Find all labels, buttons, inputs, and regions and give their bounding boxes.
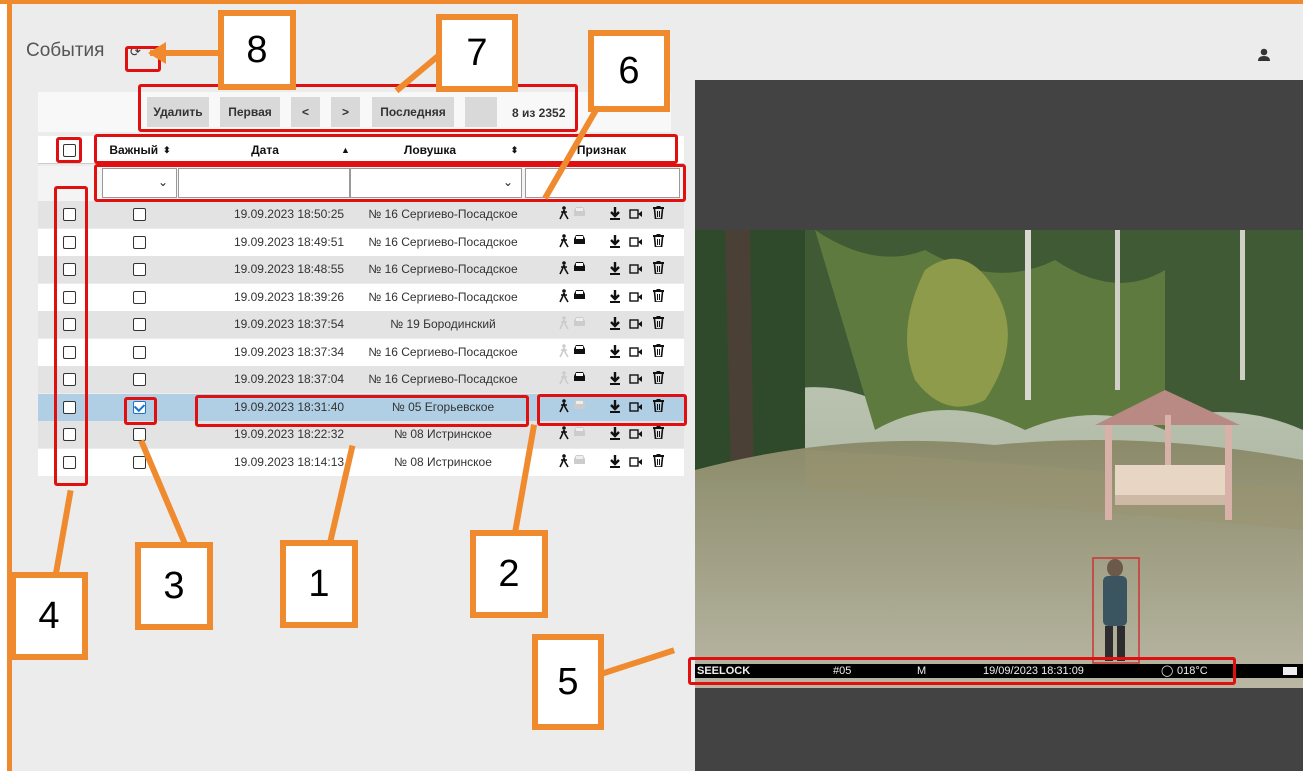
important-checkbox[interactable]: [133, 373, 146, 386]
trash-icon[interactable]: [653, 453, 664, 470]
trash-icon[interactable]: [653, 206, 664, 222]
row-trap: № 16 Сергиево-Посадское: [368, 262, 518, 276]
video-icon[interactable]: [629, 428, 643, 442]
video-icon[interactable]: [629, 236, 643, 250]
person-icon: [558, 261, 570, 278]
table-row[interactable]: 19.09.2023 18:37:54 № 19 Бородинский: [38, 311, 684, 338]
callout-7: 7: [436, 14, 518, 92]
video-icon[interactable]: [629, 318, 643, 332]
car-icon: [572, 316, 587, 331]
highlight-row-actions: [537, 394, 687, 426]
trash-icon[interactable]: [653, 426, 664, 442]
table-row[interactable]: 19.09.2023 18:48:55 № 16 Сергиево-Посадск…: [38, 256, 684, 283]
video-icon[interactable]: [629, 208, 643, 222]
highlight-important: [124, 397, 157, 425]
person-icon: [558, 426, 570, 443]
row-date: 19.09.2023 18:37:54: [233, 317, 345, 331]
row-date: 19.09.2023 18:49:51: [233, 234, 345, 249]
important-checkbox[interactable]: [133, 345, 146, 359]
video-icon[interactable]: [629, 291, 643, 305]
row-date: 19.09.2023 18:39:26: [233, 289, 345, 304]
person-icon: [558, 453, 570, 471]
table-row[interactable]: 19.09.2023 18:49:51 № 16 Сергиево-Посадск…: [38, 228, 684, 256]
important-checkbox[interactable]: [133, 290, 146, 304]
row-trap: № 16 Сергиево-Посадское: [368, 372, 518, 386]
trash-icon[interactable]: [653, 261, 664, 277]
download-icon[interactable]: [609, 261, 621, 278]
highlight-filters: [94, 164, 686, 202]
video-icon[interactable]: [629, 346, 643, 360]
highlight-row-checkboxes: [54, 186, 88, 486]
trash-icon[interactable]: [653, 371, 664, 387]
video-icon[interactable]: [629, 373, 643, 387]
person-icon: [558, 316, 570, 333]
callout-8: 8: [218, 10, 296, 90]
row-date: 19.09.2023 18:14:13: [233, 454, 345, 469]
row-trap: № 16 Сергиево-Посадское: [368, 207, 518, 221]
trash-icon[interactable]: [653, 288, 664, 305]
video-icon[interactable]: [629, 263, 643, 277]
arrow-8-head: [148, 42, 166, 64]
download-icon[interactable]: [609, 234, 621, 251]
highlight-photo-info: [688, 657, 1236, 685]
highlight-header: [94, 134, 678, 164]
callout-5: 5: [532, 634, 604, 730]
person-icon: [558, 206, 570, 223]
car-icon: [572, 206, 587, 221]
callout-1: 1: [280, 540, 358, 628]
trash-icon[interactable]: [653, 233, 664, 250]
table-row[interactable]: 19.09.2023 18:37:34 № 16 Сергиево-Посадск…: [38, 338, 684, 366]
car-icon: [572, 289, 587, 304]
row-trap: № 16 Сергиево-Посадское: [368, 344, 518, 359]
camera-photo: [695, 230, 1303, 688]
car-icon: [572, 261, 587, 276]
download-icon[interactable]: [609, 316, 621, 333]
download-icon[interactable]: [609, 206, 621, 223]
person-icon: [558, 343, 570, 361]
video-icon[interactable]: [629, 456, 643, 470]
important-checkbox[interactable]: [133, 235, 146, 249]
highlight-select-all: [56, 137, 82, 163]
row-trap: № 08 Истринское: [394, 454, 492, 469]
download-icon[interactable]: [609, 454, 621, 471]
person-icon: [558, 288, 570, 306]
table-row[interactable]: 19.09.2023 18:39:26 № 16 Сергиево-Посадск…: [38, 283, 684, 311]
row-trap: № 16 Сергиево-Посадское: [368, 289, 518, 304]
car-icon: [572, 371, 587, 386]
car-icon: [572, 344, 587, 359]
row-date: 19.09.2023 18:37:04: [233, 372, 345, 386]
row-trap: № 16 Сергиево-Посадское: [368, 234, 518, 249]
important-checkbox[interactable]: [133, 263, 146, 276]
car-icon: [572, 454, 587, 469]
highlight-row-data: [195, 395, 529, 427]
download-icon[interactable]: [609, 371, 621, 388]
table-row[interactable]: 19.09.2023 18:50:25 № 16 Сергиево-Посадск…: [38, 201, 684, 228]
table-row[interactable]: 19.09.2023 18:14:13 № 08 Истринское: [38, 448, 684, 476]
page-title: События: [26, 40, 105, 61]
callout-2: 2: [470, 530, 548, 618]
table-row[interactable]: 19.09.2023 18:37:04 № 16 Сергиево-Посадск…: [38, 366, 684, 393]
trash-icon[interactable]: [653, 343, 664, 360]
callout-4: 4: [10, 572, 88, 660]
row-date: 19.09.2023 18:37:34: [233, 344, 345, 359]
download-icon[interactable]: [609, 426, 621, 443]
download-icon[interactable]: [609, 344, 621, 361]
user-icon[interactable]: [1257, 48, 1271, 62]
callout-3: 3: [135, 542, 213, 630]
row-trap: № 19 Бородинский: [390, 317, 496, 331]
important-checkbox[interactable]: [133, 318, 146, 331]
important-checkbox[interactable]: [133, 208, 146, 221]
person-icon: [558, 233, 570, 251]
row-date: 19.09.2023 18:50:25: [233, 207, 345, 221]
battery-icon: [1283, 667, 1297, 675]
trash-icon[interactable]: [653, 316, 664, 332]
person-icon: [558, 371, 570, 388]
row-date: 19.09.2023 18:48:55: [233, 262, 345, 276]
callout-6: 6: [588, 30, 670, 112]
download-icon[interactable]: [609, 289, 621, 306]
car-icon: [572, 426, 587, 441]
car-icon: [572, 234, 587, 249]
